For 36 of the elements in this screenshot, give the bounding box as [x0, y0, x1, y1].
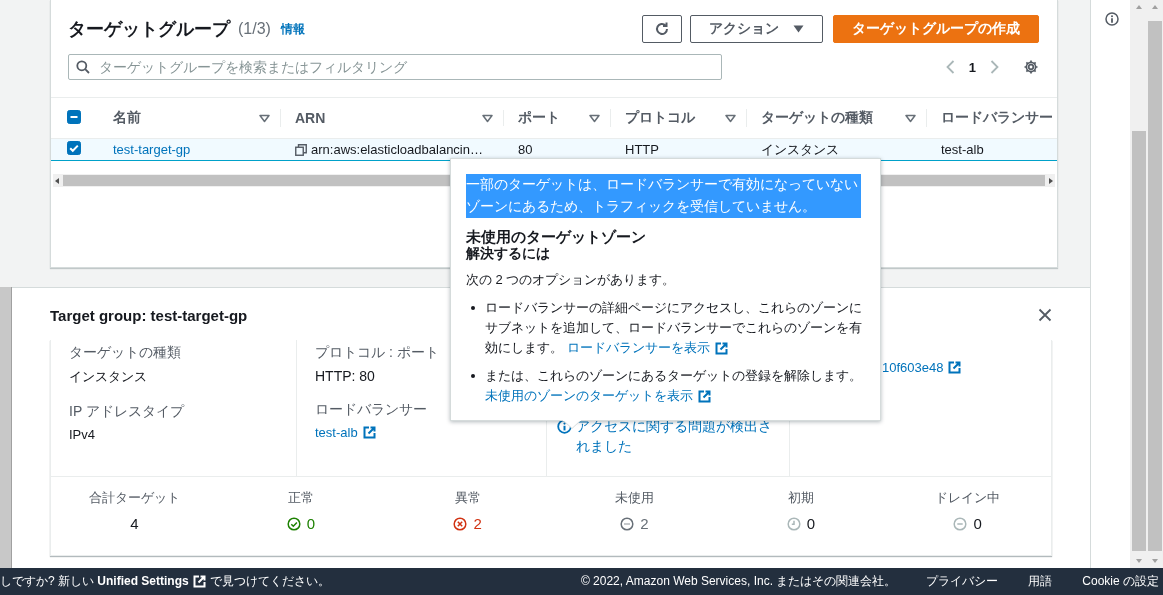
- copyright-text: © 2022, Amazon Web Services, Inc. またはその関連会社。: [580, 573, 897, 590]
- stat-label: 未使用: [614, 489, 654, 507]
- popover-message: 一部のターゲットは、ロードバランサーで有効になっていないゾーンにあるため、トラフィックを受信していません。: [466, 174, 861, 218]
- table-cell: test-alb: [941, 142, 984, 157]
- popover-subheading: 解決するには: [466, 245, 551, 262]
- stat-value: 0: [973, 515, 982, 532]
- stat-value: 0: [806, 515, 816, 532]
- table-cell: arn:aws:elasticloadbalancin…: [311, 142, 483, 157]
- popover-heading: 未使用のターゲットゾーン: [466, 228, 647, 245]
- panel-title: Target group: test-target-gp: [50, 306, 248, 324]
- field-value: IPv4: [69, 427, 95, 442]
- table-cell: 80: [518, 142, 533, 157]
- stat-value: 2: [640, 515, 649, 532]
- stat-value: 4: [130, 515, 139, 532]
- table-cell: HTTP: [625, 142, 659, 157]
- field-label: プロトコル : ポート: [315, 344, 439, 362]
- option-text: または、これらのゾーンにあるターゲットの登録を解除します。 未使用のゾーンのターゲットを表示: [485, 366, 865, 406]
- field-value: HTTP: 80: [315, 368, 375, 384]
- field-label: IP アドレスタイプ: [69, 403, 184, 421]
- table-cell: インスタンス: [761, 141, 839, 157]
- option-text: ロードバランサーの詳細ページにアクセスし、これらのゾーンにサブネットを追加して、ロードバランサーでこれらのゾーンを有効にします。 ロードバランサーを表示: [485, 298, 865, 358]
- field-label: ロードバランサー: [315, 401, 427, 419]
- stat-label: 合計ターゲット: [88, 489, 180, 507]
- field-value: インスタンス: [69, 368, 147, 386]
- stat-value: 2: [473, 515, 482, 532]
- stat-label: ドレイン中: [935, 489, 1001, 507]
- selection-count: (1/3): [238, 20, 271, 38]
- field-label: ターゲットの種類: [69, 344, 181, 362]
- popover-text: 次の 2 つのオプションがあります。: [466, 271, 677, 289]
- stat-value: 0: [306, 515, 316, 532]
- footer-notice: で見つけてください。: [209, 573, 330, 590]
- stat-label: 初期: [788, 489, 814, 507]
- stat-label: 異常: [454, 489, 481, 507]
- footer-notice: しですか? 新しい Unified Settings: [0, 573, 189, 590]
- section-title: ターゲットグループ: [68, 18, 230, 41]
- stat-label: 正常: [288, 489, 314, 507]
